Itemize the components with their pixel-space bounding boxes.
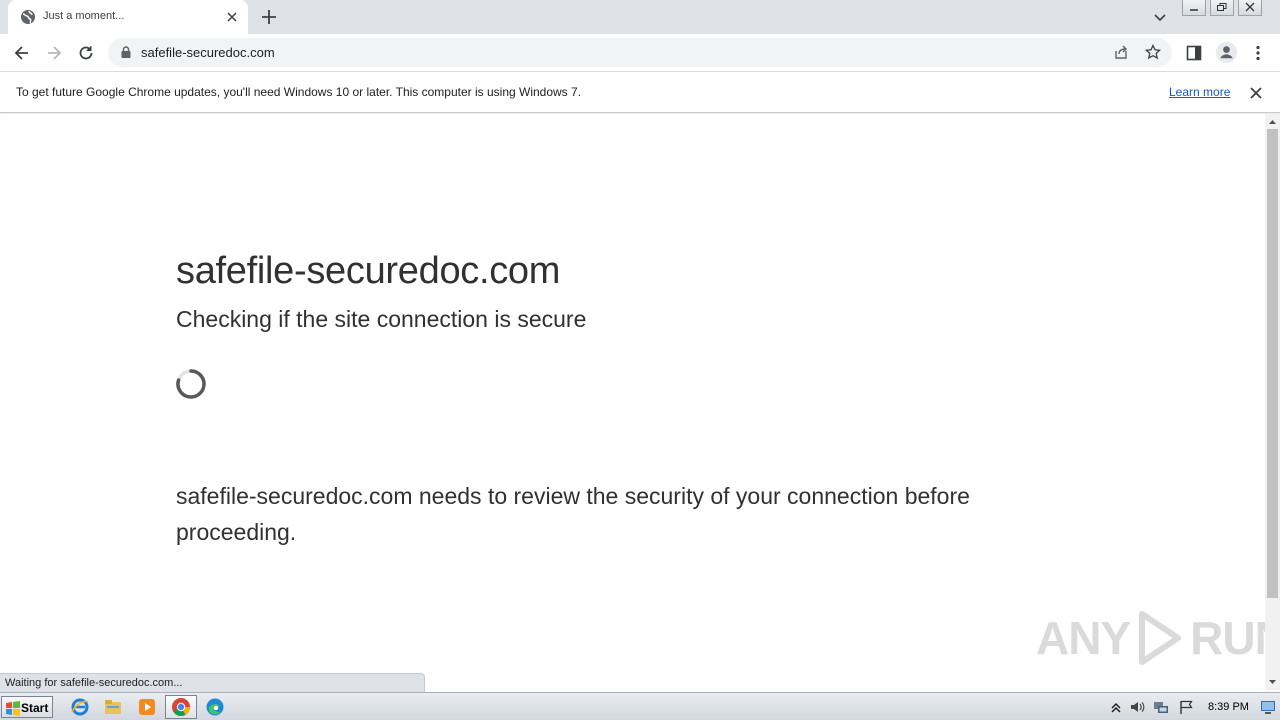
taskbar-clock[interactable]: 8:39 PM bbox=[1208, 701, 1249, 713]
side-panel-icon[interactable] bbox=[1184, 43, 1204, 63]
edge-icon[interactable] bbox=[205, 697, 225, 717]
infobar-message: To get future Google Chrome updates, you… bbox=[16, 85, 582, 99]
page-title: safefile-securedoc.com bbox=[176, 250, 561, 292]
loading-spinner-icon bbox=[176, 369, 206, 399]
chrome-icon bbox=[172, 698, 190, 717]
close-infobar-icon[interactable] bbox=[1248, 85, 1264, 101]
tab-search-chevron-icon[interactable] bbox=[1152, 9, 1168, 25]
page-subtitle: Checking if the site connection is secur… bbox=[176, 306, 587, 332]
learn-more-link[interactable]: Learn more bbox=[1169, 85, 1230, 99]
lock-icon[interactable] bbox=[119, 45, 133, 59]
browser-tab[interactable]: Just a moment... bbox=[8, 0, 248, 34]
status-bubble: Waiting for safefile-securedoc.com... bbox=[0, 673, 425, 692]
update-infobar: To get future Google Chrome updates, you… bbox=[0, 71, 1280, 113]
watermark-left: ANY bbox=[1036, 612, 1131, 664]
windows-logo-icon bbox=[6, 701, 20, 716]
scroll-down-arrow-icon[interactable] bbox=[1265, 676, 1280, 688]
scrollbar-thumb[interactable] bbox=[1267, 129, 1278, 598]
windows-taskbar: Start 8:39 PM bbox=[0, 692, 1280, 720]
review-message: safefile-securedoc.com needs to review t… bbox=[176, 483, 970, 545]
watermark-play-icon bbox=[1139, 611, 1182, 665]
status-text: Waiting for safefile-securedoc.com... bbox=[5, 677, 183, 689]
anyrun-watermark: ANY RUN bbox=[1036, 608, 1280, 668]
forward-icon[interactable] bbox=[44, 43, 64, 63]
profile-avatar-icon[interactable] bbox=[1215, 41, 1238, 64]
show-hidden-icons-icon[interactable] bbox=[1108, 699, 1124, 715]
file-explorer-icon[interactable] bbox=[103, 697, 123, 717]
tab-strip: Just a moment... bbox=[0, 0, 1280, 34]
minimize-icon bbox=[1190, 9, 1198, 11]
start-label: Start bbox=[21, 701, 49, 715]
internet-explorer-icon[interactable] bbox=[70, 697, 90, 717]
reload-icon[interactable] bbox=[76, 43, 96, 63]
start-button[interactable]: Start bbox=[1, 696, 53, 718]
restore-icon bbox=[1217, 3, 1227, 11]
bookmark-star-icon[interactable] bbox=[1145, 44, 1161, 60]
show-desktop-icon[interactable] bbox=[1260, 699, 1276, 715]
close-tab-icon[interactable] bbox=[224, 9, 240, 25]
volume-icon[interactable] bbox=[1129, 699, 1145, 715]
restore-button[interactable] bbox=[1210, 0, 1234, 16]
close-window-icon bbox=[1245, 2, 1255, 12]
menu-kebab-icon[interactable] bbox=[1248, 43, 1268, 63]
globe-icon bbox=[21, 10, 35, 24]
vertical-scrollbar[interactable] bbox=[1265, 114, 1280, 690]
media-player-icon[interactable] bbox=[137, 697, 157, 717]
window-controls bbox=[1182, 0, 1274, 18]
address-bar[interactable]: safefile-securedoc.com bbox=[108, 38, 1172, 67]
close-window-button[interactable] bbox=[1238, 0, 1262, 16]
network-icon[interactable] bbox=[1153, 699, 1169, 715]
chrome-taskbar-button[interactable] bbox=[165, 695, 197, 719]
back-icon[interactable] bbox=[12, 43, 32, 63]
url-text[interactable]: safefile-securedoc.com bbox=[141, 45, 275, 60]
minimize-button[interactable] bbox=[1182, 0, 1206, 16]
screen: Just a moment... safefile-securedoc.com … bbox=[0, 0, 1280, 720]
tab-title: Just a moment... bbox=[43, 10, 125, 22]
page-content: safefile-securedoc.com Checking if the s… bbox=[0, 114, 1280, 690]
share-icon[interactable] bbox=[1113, 44, 1129, 60]
browser-toolbar: safefile-securedoc.com bbox=[0, 34, 1280, 71]
new-tab-icon[interactable] bbox=[260, 8, 278, 26]
scroll-up-arrow-icon[interactable] bbox=[1265, 116, 1280, 128]
action-center-flag-icon[interactable] bbox=[1178, 699, 1194, 715]
